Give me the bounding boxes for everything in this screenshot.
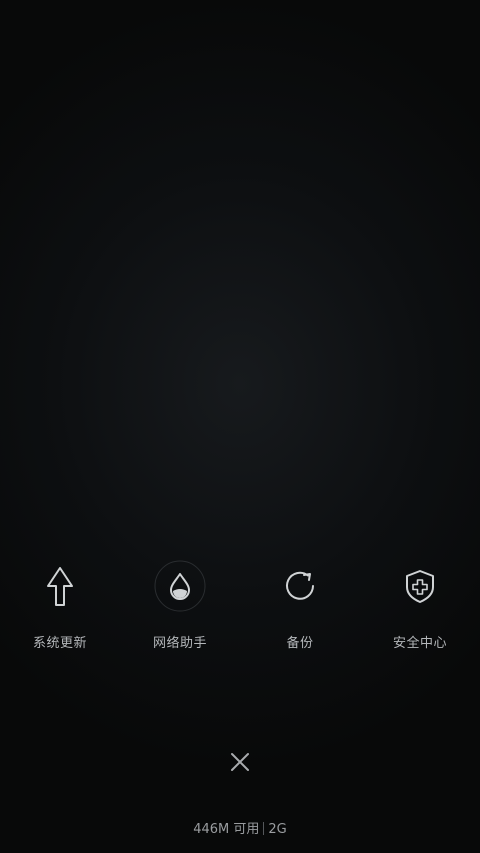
memory-divider: [263, 822, 265, 835]
water-drop-icon: [150, 556, 210, 616]
backup-button[interactable]: 备份: [240, 556, 360, 666]
system-update-label: 系统更新: [32, 636, 87, 651]
memory-status: 446M 可用 2G: [0, 818, 480, 837]
refresh-circle-icon: [270, 556, 330, 616]
close-button[interactable]: [222, 744, 258, 780]
backup-label: 备份: [286, 636, 314, 651]
arrow-up-icon: [30, 556, 90, 616]
close-icon: [231, 753, 249, 771]
security-center-label: 安全中心: [392, 636, 447, 651]
memory-available: 446M 可用: [193, 822, 260, 837]
shortcut-bar: 系统更新 网络助手 备份 安全中心: [0, 556, 480, 666]
memory-total: 2G: [268, 822, 287, 837]
shield-plus-icon: [390, 556, 450, 616]
system-update-button[interactable]: 系统更新: [0, 556, 120, 666]
security-center-button[interactable]: 安全中心: [360, 556, 480, 666]
network-assistant-button[interactable]: 网络助手: [120, 556, 240, 666]
network-assistant-label: 网络助手: [152, 636, 207, 651]
